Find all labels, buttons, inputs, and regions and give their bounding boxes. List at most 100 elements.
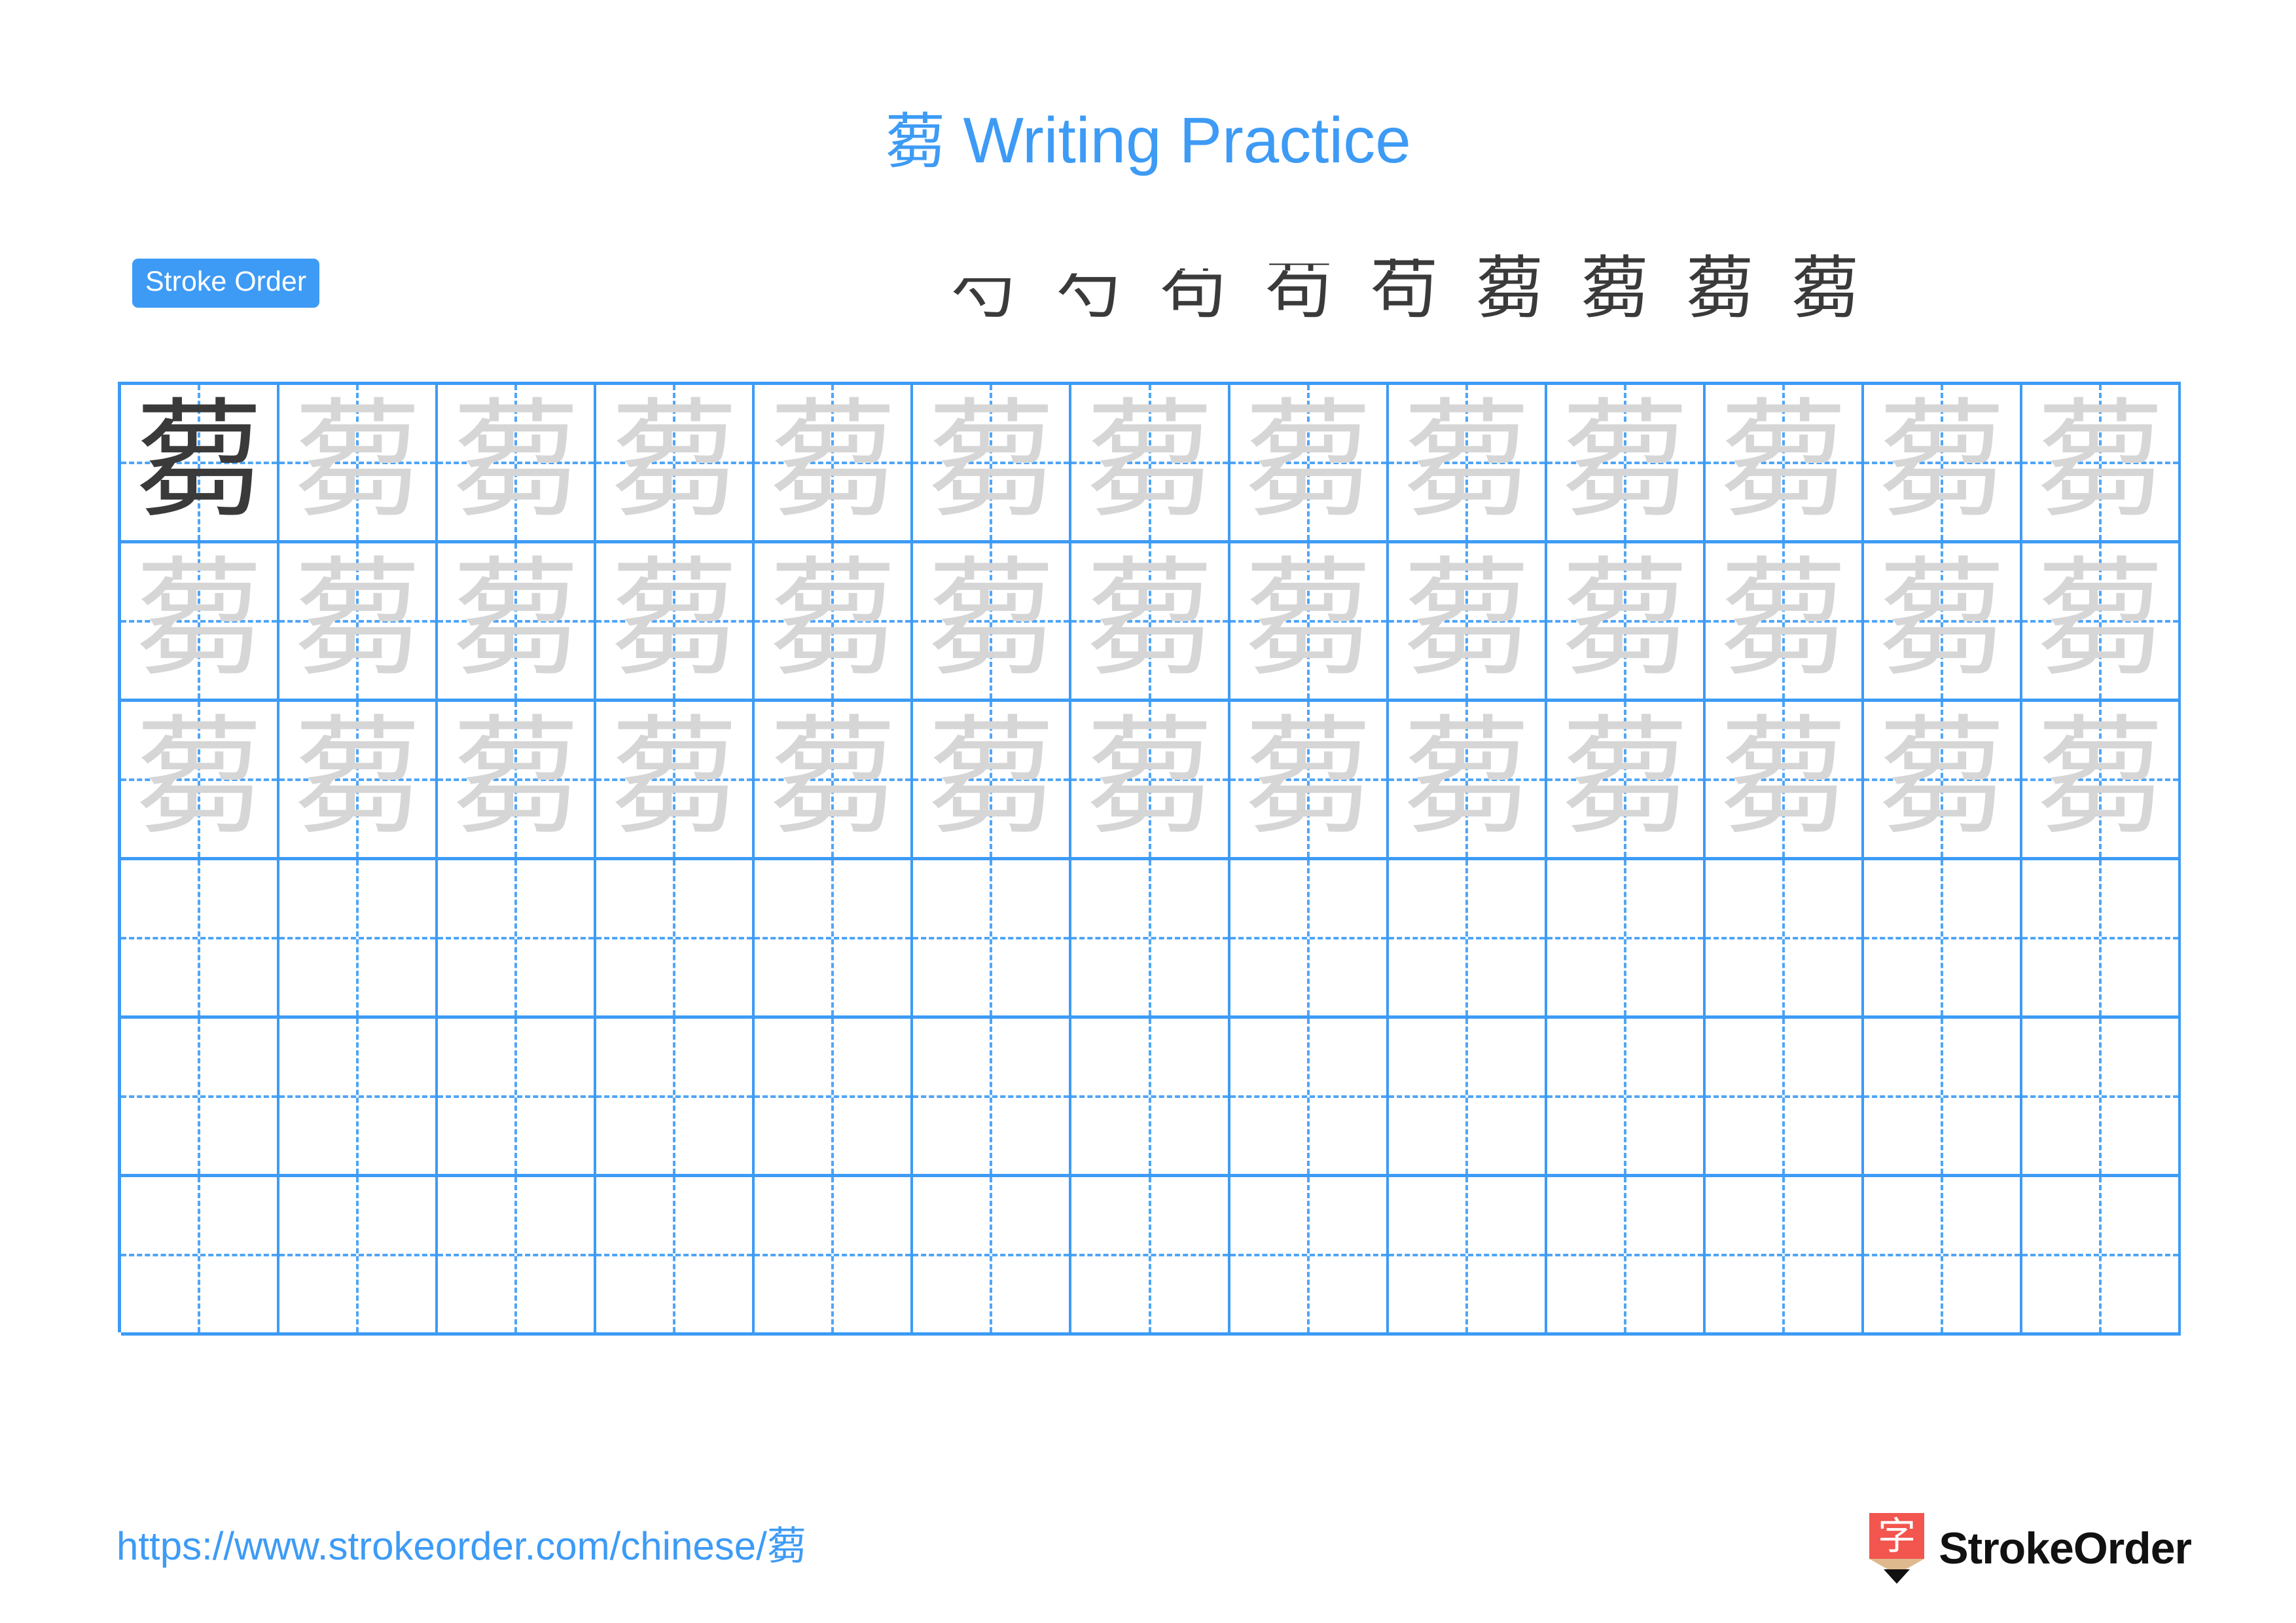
- guide-horizontal: [1547, 936, 1703, 939]
- guide-horizontal: [913, 1095, 1069, 1098]
- practice-cell[interactable]: [1388, 1019, 1547, 1174]
- practice-cell[interactable]: [755, 1177, 914, 1332]
- practice-cell[interactable]: 蒭: [2022, 543, 2181, 699]
- practice-cell[interactable]: 蒭: [755, 702, 914, 857]
- practice-cell[interactable]: [2022, 860, 2181, 1015]
- practice-cell[interactable]: 蒭: [1863, 702, 2022, 857]
- practice-cell[interactable]: 蒭: [438, 385, 597, 540]
- practice-cell[interactable]: [1547, 860, 1706, 1015]
- practice-cell[interactable]: [913, 1177, 1072, 1332]
- practice-cell[interactable]: 蒭: [1547, 543, 1706, 699]
- practice-cell[interactable]: 蒭: [438, 543, 597, 699]
- model-character-cell[interactable]: 蒭: [121, 385, 280, 540]
- practice-cell[interactable]: [1071, 1177, 1230, 1332]
- practice-cell[interactable]: 蒭: [121, 702, 280, 857]
- practice-cell[interactable]: 蒭: [913, 385, 1072, 540]
- guide-horizontal: [438, 1095, 594, 1098]
- practice-cell[interactable]: [1388, 1177, 1547, 1332]
- practice-cell[interactable]: 蒭: [1230, 702, 1389, 857]
- practice-cell[interactable]: [755, 1019, 914, 1174]
- trace-character: 蒭: [2036, 386, 2164, 536]
- practice-cell[interactable]: 蒭: [279, 385, 439, 540]
- practice-row: [121, 1019, 2181, 1177]
- practice-cell[interactable]: [1547, 1019, 1706, 1174]
- guide-horizontal: [279, 1095, 436, 1098]
- practice-cell[interactable]: 蒭: [121, 543, 280, 699]
- stroke-step-4: 艹: [734, 239, 812, 337]
- practice-cell[interactable]: [438, 1019, 597, 1174]
- practice-cell[interactable]: 蒭: [1705, 702, 1864, 857]
- practice-cell[interactable]: [279, 1177, 439, 1332]
- practice-cell[interactable]: [438, 860, 597, 1015]
- stroke-step-12: 蒭: [1576, 239, 1653, 337]
- practice-cell[interactable]: 蒭: [1071, 702, 1230, 857]
- stroke-step-glyph: 丶: [423, 248, 492, 329]
- practice-cell[interactable]: [121, 1177, 280, 1332]
- practice-cell[interactable]: [1230, 1019, 1389, 1174]
- practice-cell[interactable]: 蒭: [596, 385, 755, 540]
- practice-cell[interactable]: [1863, 1019, 2022, 1174]
- practice-cell[interactable]: [2022, 1019, 2181, 1174]
- practice-cell[interactable]: 蒭: [1388, 543, 1547, 699]
- stroke-step-glyph: 艹: [634, 248, 702, 329]
- stroke-step-10: 苟: [1365, 239, 1443, 337]
- practice-cell[interactable]: 蒭: [2022, 385, 2181, 540]
- practice-cell[interactable]: [596, 860, 755, 1015]
- practice-cell[interactable]: 蒭: [1863, 385, 2022, 540]
- practice-cell[interactable]: 蒭: [279, 543, 439, 699]
- practice-cell[interactable]: [596, 1019, 755, 1174]
- trace-character: 蒭: [768, 386, 897, 536]
- practice-cell[interactable]: 蒭: [279, 702, 439, 857]
- practice-cell[interactable]: [1071, 860, 1230, 1015]
- practice-cell[interactable]: [121, 1019, 280, 1174]
- practice-cell[interactable]: 蒭: [1388, 385, 1547, 540]
- practice-cell[interactable]: [121, 860, 280, 1015]
- practice-cell[interactable]: [755, 860, 914, 1015]
- practice-cell[interactable]: 蒭: [1388, 702, 1547, 857]
- practice-cell[interactable]: 蒭: [1547, 702, 1706, 857]
- practice-row: 蒭蒭蒭蒭蒭蒭蒭蒭蒭蒭蒭蒭蒭: [121, 385, 2181, 543]
- practice-cell[interactable]: [913, 1019, 1072, 1174]
- practice-cell[interactable]: [279, 1019, 439, 1174]
- practice-cell[interactable]: [913, 860, 1072, 1015]
- footer-url[interactable]: https://www.strokeorder.com/chinese/蒭: [117, 1527, 806, 1566]
- practice-cell[interactable]: [1230, 1177, 1389, 1332]
- practice-cell[interactable]: 蒭: [1705, 543, 1864, 699]
- practice-cell[interactable]: 蒭: [755, 385, 914, 540]
- practice-cell[interactable]: [1071, 1019, 1230, 1174]
- practice-cell[interactable]: 蒭: [755, 543, 914, 699]
- practice-cell[interactable]: [1705, 860, 1864, 1015]
- practice-cell[interactable]: 蒭: [913, 702, 1072, 857]
- practice-cell[interactable]: 蒭: [1230, 543, 1389, 699]
- practice-cell[interactable]: [438, 1177, 597, 1332]
- stroke-step-13: 蒭: [1681, 239, 1759, 337]
- practice-cell[interactable]: 蒭: [596, 543, 755, 699]
- practice-cell[interactable]: 蒭: [596, 702, 755, 857]
- practice-cell[interactable]: 蒭: [913, 543, 1072, 699]
- guide-horizontal: [1705, 1095, 1861, 1098]
- practice-cell[interactable]: 蒭: [1547, 385, 1706, 540]
- practice-cell[interactable]: 蒭: [1863, 543, 2022, 699]
- practice-cell[interactable]: [1230, 860, 1389, 1015]
- practice-cell[interactable]: 蒭: [438, 702, 597, 857]
- practice-cell[interactable]: 蒭: [1230, 385, 1389, 540]
- practice-cell[interactable]: 蒭: [1071, 543, 1230, 699]
- practice-cell[interactable]: [1863, 1177, 2022, 1332]
- practice-cell[interactable]: [1705, 1177, 1864, 1332]
- guide-horizontal: [1863, 936, 2020, 939]
- practice-cell[interactable]: [596, 1177, 755, 1332]
- practice-cell[interactable]: [2022, 1177, 2181, 1332]
- trace-character: 蒭: [293, 702, 422, 852]
- page-title-character: 蒭: [885, 107, 946, 177]
- stroke-step-14: 蒭: [1786, 239, 1863, 337]
- practice-cell[interactable]: 蒭: [1071, 385, 1230, 540]
- practice-cell[interactable]: [1547, 1177, 1706, 1332]
- practice-cell[interactable]: 蒭: [1705, 385, 1864, 540]
- practice-cell[interactable]: [1863, 860, 2022, 1015]
- practice-cell[interactable]: [1388, 860, 1547, 1015]
- trace-character: 蒭: [293, 544, 422, 694]
- practice-cell[interactable]: [279, 860, 439, 1015]
- stroke-step-3: 艹: [629, 239, 706, 337]
- practice-cell[interactable]: 蒭: [2022, 702, 2181, 857]
- practice-cell[interactable]: [1705, 1019, 1864, 1174]
